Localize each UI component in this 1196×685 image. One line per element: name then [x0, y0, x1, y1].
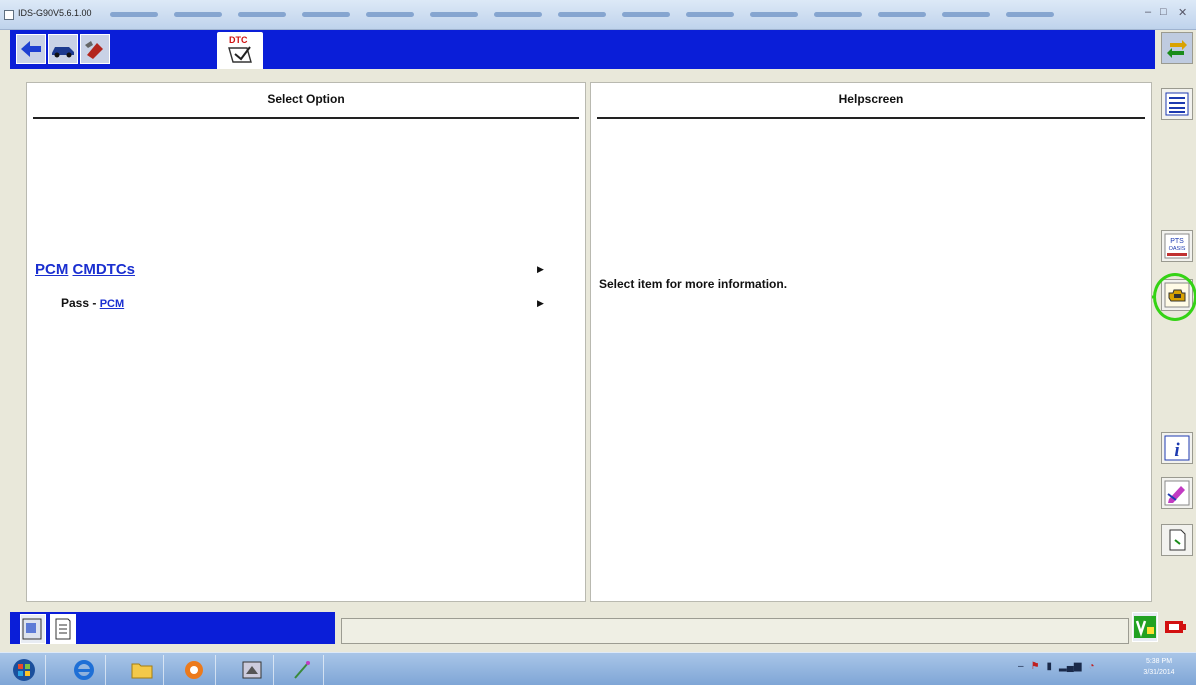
app-icon	[4, 10, 14, 20]
list-button[interactable]	[1161, 88, 1193, 120]
option-expand-arrow-icon[interactable]: ▶	[537, 298, 544, 309]
start-button[interactable]	[2, 655, 46, 685]
vcm-connected-icon	[1134, 616, 1156, 638]
helpscreen-header: Helpscreen	[838, 92, 904, 106]
battery-status-button[interactable]	[1163, 612, 1193, 642]
pts-oasis-button[interactable]: PTS OASIS	[1161, 230, 1193, 262]
session-button[interactable]	[20, 614, 46, 644]
status-message-field	[341, 618, 1129, 644]
info-icon: i	[1164, 435, 1190, 461]
taskbar-media-player[interactable]	[172, 655, 216, 685]
toolbox-button[interactable]	[80, 34, 110, 64]
info-button[interactable]: i	[1161, 432, 1193, 464]
taskbar-file-explorer[interactable]	[120, 655, 164, 685]
notes-button[interactable]	[50, 614, 76, 644]
pass-label: Pass -	[61, 296, 100, 310]
pencil-icon	[1164, 480, 1190, 506]
cmdtcs-link[interactable]: CMDTCs	[73, 261, 136, 278]
pcm-link[interactable]: PCM	[35, 261, 68, 278]
obscured-title-text	[110, 12, 1120, 18]
right-sidebar: PTS OASIS i	[1157, 30, 1196, 648]
pass-pcm-link[interactable]: PCM	[100, 298, 124, 310]
battery-icon	[1165, 621, 1186, 633]
internet-explorer-icon	[73, 660, 94, 680]
maximize-button[interactable]: □	[1160, 6, 1167, 18]
list-icon	[1165, 92, 1189, 116]
session-icon	[22, 618, 42, 640]
tray-volume-icon[interactable]: ◔	[1089, 661, 1095, 672]
back-button[interactable]	[16, 34, 46, 64]
top-toolbar: DTC	[10, 30, 1155, 69]
tray-device-icon[interactable]: ▮	[1047, 661, 1053, 672]
bottom-toolbar	[10, 612, 335, 644]
tray-network-icon[interactable]: ▂▄▆	[1059, 661, 1081, 672]
document-icon	[1169, 529, 1186, 551]
taskbar-clock[interactable]: 5:38 PM 3/31/2014	[1128, 656, 1190, 678]
windows-start-icon	[12, 659, 35, 681]
helpscreen-divider	[597, 117, 1145, 119]
minimize-button[interactable]: –	[1145, 6, 1151, 18]
helpscreen-message: Select item for more information.	[599, 277, 788, 291]
document-button[interactable]	[1161, 524, 1193, 556]
taskbar-tool[interactable]	[280, 655, 324, 685]
pts-oasis-icon: PTS OASIS	[1164, 233, 1190, 259]
info-glyph: i	[1174, 440, 1180, 461]
taskbar-internet-explorer[interactable]	[62, 655, 106, 685]
car-icon	[49, 35, 77, 63]
dtc-icon	[228, 46, 252, 63]
close-button[interactable]: ✕	[1178, 6, 1187, 19]
select-option-panel: Select Option PCM CMDTCs ▶ Pass - PCM ▶	[26, 82, 586, 602]
media-player-icon	[184, 661, 203, 679]
exit-button[interactable]	[1161, 32, 1193, 64]
back-arrow-icon	[17, 35, 45, 63]
wand-icon	[293, 661, 310, 679]
option-expand-arrow-icon[interactable]: ▶	[537, 264, 544, 275]
folder-icon	[131, 663, 152, 679]
exit-arrows-icon	[1167, 40, 1187, 58]
ids-application-window: IDS-G90V5.6.1.00 – □ ✕ DTC PTS OASIS i S…	[0, 0, 1196, 685]
taskbar-ids-application[interactable]	[230, 655, 274, 685]
system-tray: – ⚑ ▮ ▂▄▆ ◔	[1018, 661, 1095, 672]
edit-button[interactable]	[1161, 477, 1193, 509]
tray-expand-icon[interactable]: –	[1018, 661, 1024, 672]
tray-alert-icon[interactable]: ⚑	[1031, 661, 1040, 672]
title-bar: IDS-G90V5.6.1.00 – □ ✕	[0, 0, 1196, 30]
toolbox-icon	[81, 35, 109, 63]
option-pass-pcm[interactable]: Pass - PCM	[61, 296, 124, 310]
bottom-status-row	[0, 604, 1196, 648]
oasis-label: OASIS	[1169, 246, 1186, 252]
pts-label: PTS	[1170, 238, 1184, 245]
clock-date: 3/31/2014	[1143, 669, 1175, 676]
option-pcm-cmdtcs[interactable]: PCM CMDTCs	[35, 261, 135, 278]
select-option-divider	[33, 117, 579, 119]
green-highlight-circle	[1153, 273, 1196, 321]
clock-time: 5:38 PM	[1145, 658, 1173, 665]
ids-app-icon	[242, 661, 261, 679]
select-option-header: Select Option	[267, 92, 345, 106]
notepad-icon	[55, 618, 71, 640]
helpscreen-panel: Helpscreen Select item for more informat…	[590, 82, 1152, 602]
tab-dtc[interactable]: DTC	[217, 32, 263, 69]
window-title: IDS-G90V5.6.1.00	[18, 8, 92, 18]
windows-taskbar: – ⚑ ▮ ▂▄▆ ◔ 5:38 PM 3/31/2014	[0, 652, 1196, 685]
vcm-status-button[interactable]	[1132, 612, 1158, 642]
vehicle-button[interactable]	[48, 34, 78, 64]
